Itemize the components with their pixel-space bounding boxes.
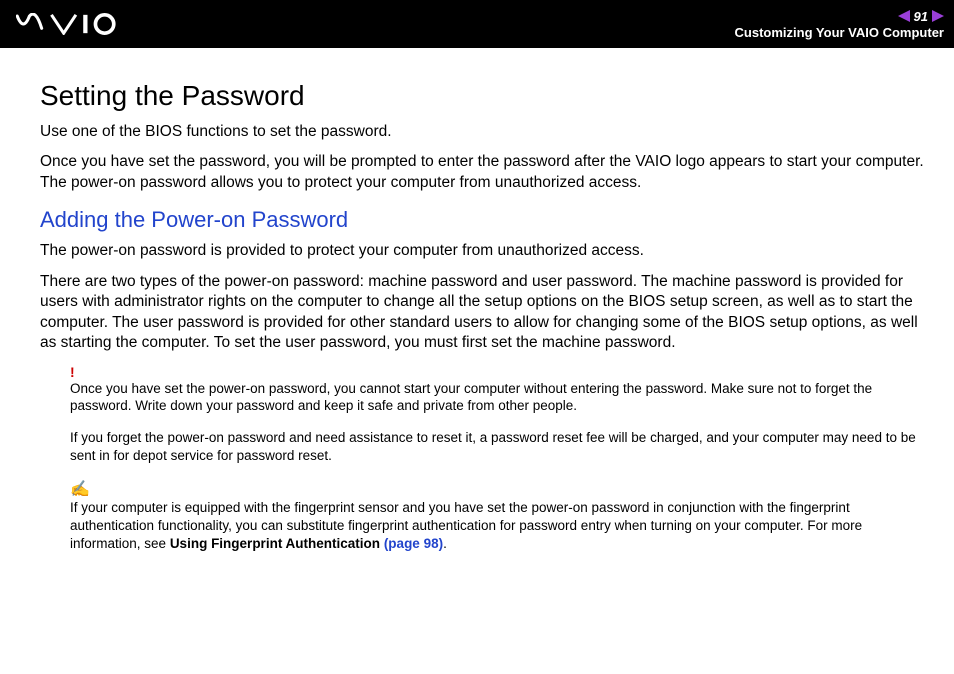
warning-text-1: Once you have set the power-on password,…: [70, 380, 924, 416]
intro-paragraph-1: Use one of the BIOS functions to set the…: [40, 122, 924, 142]
warning-icon: !: [70, 364, 924, 380]
tip-bold-ref: Using Fingerprint Authentication: [170, 536, 380, 551]
tip-page-link[interactable]: (page 98): [380, 536, 443, 551]
subheading: Adding the Power-on Password: [40, 207, 924, 233]
warning-block: ! Once you have set the power-on passwor…: [70, 364, 924, 553]
page-title: Setting the Password: [40, 80, 924, 112]
page-number: 91: [914, 9, 928, 24]
intro-paragraph-2: Once you have set the password, you will…: [40, 152, 924, 193]
section-title: Customizing Your VAIO Computer: [735, 25, 944, 40]
next-page-icon[interactable]: [932, 10, 944, 22]
prev-page-icon[interactable]: [898, 10, 910, 22]
page-content: Setting the Password Use one of the BIOS…: [0, 48, 954, 586]
tip-icon: ✍: [70, 479, 924, 499]
header-right: 91 Customizing Your VAIO Computer: [735, 9, 944, 40]
tip-text-end: .: [443, 536, 447, 551]
tip-text: If your computer is equipped with the fi…: [70, 499, 924, 552]
page-navigator: 91: [735, 9, 944, 24]
sub-paragraph-1: The power-on password is provided to pro…: [40, 241, 924, 261]
warning-text-2: If you forget the power-on password and …: [70, 429, 924, 465]
header-bar: 91 Customizing Your VAIO Computer: [0, 0, 954, 48]
vaio-logo: [16, 13, 126, 35]
sub-paragraph-2: There are two types of the power-on pass…: [40, 272, 924, 354]
